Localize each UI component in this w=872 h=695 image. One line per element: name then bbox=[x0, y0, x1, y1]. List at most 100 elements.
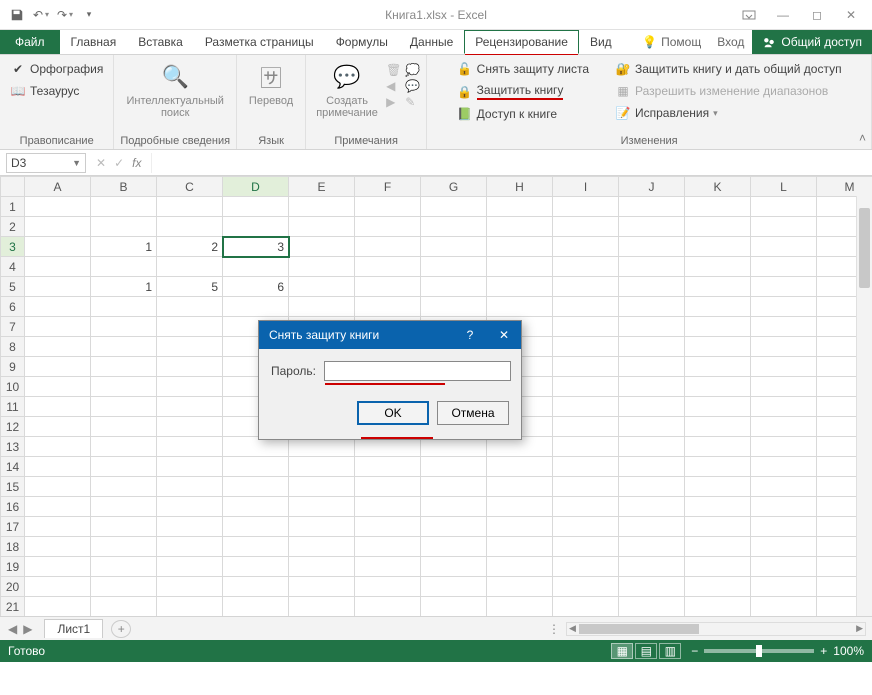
cell[interactable] bbox=[751, 357, 817, 377]
row-header[interactable]: 1 bbox=[1, 197, 25, 217]
cell[interactable] bbox=[91, 417, 157, 437]
cell[interactable] bbox=[685, 197, 751, 217]
cell[interactable] bbox=[91, 257, 157, 277]
cell[interactable] bbox=[289, 537, 355, 557]
cell[interactable] bbox=[751, 237, 817, 257]
share-button[interactable]: Общий доступ bbox=[752, 30, 872, 54]
row-header[interactable]: 9 bbox=[1, 357, 25, 377]
cell[interactable] bbox=[421, 577, 487, 597]
cell[interactable] bbox=[223, 517, 289, 537]
cell[interactable] bbox=[619, 457, 685, 477]
cell[interactable] bbox=[685, 597, 751, 617]
cell[interactable] bbox=[619, 397, 685, 417]
cell[interactable] bbox=[619, 337, 685, 357]
cell[interactable] bbox=[553, 337, 619, 357]
cell[interactable] bbox=[25, 217, 91, 237]
cell[interactable] bbox=[553, 297, 619, 317]
cell[interactable] bbox=[157, 197, 223, 217]
row-header[interactable]: 14 bbox=[1, 457, 25, 477]
cell[interactable] bbox=[223, 497, 289, 517]
cell[interactable] bbox=[157, 417, 223, 437]
dialog-titlebar[interactable]: Снять защиту книги ? ✕ bbox=[259, 321, 521, 349]
cell[interactable] bbox=[421, 217, 487, 237]
cell[interactable] bbox=[91, 317, 157, 337]
cell[interactable] bbox=[91, 477, 157, 497]
cell[interactable] bbox=[619, 537, 685, 557]
cell[interactable] bbox=[421, 237, 487, 257]
cell[interactable] bbox=[223, 217, 289, 237]
cell[interactable] bbox=[619, 277, 685, 297]
row-header[interactable]: 6 bbox=[1, 297, 25, 317]
undo-icon[interactable]: ↶ bbox=[32, 6, 50, 24]
cell[interactable] bbox=[157, 557, 223, 577]
namebox-dropdown-icon[interactable]: ▼ bbox=[72, 158, 81, 168]
cell[interactable] bbox=[685, 397, 751, 417]
unprotect-sheet-button[interactable]: 🔓 Снять защиту листа bbox=[453, 59, 593, 79]
column-header[interactable]: I bbox=[553, 177, 619, 197]
cell[interactable] bbox=[91, 217, 157, 237]
cell[interactable] bbox=[619, 477, 685, 497]
cell[interactable] bbox=[91, 437, 157, 457]
cell[interactable]: 3 bbox=[223, 237, 289, 257]
column-header[interactable]: G bbox=[421, 177, 487, 197]
row-header[interactable]: 5 bbox=[1, 277, 25, 297]
cell[interactable] bbox=[157, 257, 223, 277]
cell[interactable] bbox=[685, 377, 751, 397]
cell[interactable] bbox=[157, 217, 223, 237]
cell[interactable] bbox=[553, 457, 619, 477]
cell[interactable] bbox=[751, 497, 817, 517]
show-all-comments-icon[interactable]: 💬 bbox=[405, 79, 420, 93]
cell[interactable] bbox=[157, 537, 223, 557]
cell[interactable] bbox=[619, 377, 685, 397]
cell[interactable] bbox=[487, 237, 553, 257]
sheet-prev-icon[interactable]: ◀ bbox=[8, 622, 17, 636]
cell[interactable] bbox=[25, 597, 91, 617]
cell[interactable] bbox=[223, 257, 289, 277]
zoom-in-icon[interactable]: + bbox=[820, 644, 827, 658]
cell[interactable] bbox=[223, 597, 289, 617]
cell[interactable] bbox=[487, 197, 553, 217]
cell[interactable] bbox=[553, 417, 619, 437]
cell[interactable] bbox=[553, 217, 619, 237]
cell[interactable] bbox=[421, 457, 487, 477]
cell[interactable] bbox=[157, 397, 223, 417]
cell[interactable] bbox=[25, 237, 91, 257]
cell[interactable] bbox=[157, 477, 223, 497]
cell[interactable] bbox=[289, 197, 355, 217]
cell[interactable] bbox=[157, 357, 223, 377]
cell[interactable] bbox=[553, 577, 619, 597]
cell[interactable] bbox=[751, 537, 817, 557]
cell[interactable] bbox=[553, 377, 619, 397]
cell[interactable] bbox=[685, 497, 751, 517]
spelling-button[interactable]: ✔ Орфография bbox=[6, 59, 107, 79]
cell[interactable] bbox=[685, 317, 751, 337]
cell[interactable] bbox=[685, 217, 751, 237]
new-comment-button[interactable]: 💬 Создать примечание bbox=[312, 59, 382, 119]
allow-edit-ranges-button[interactable]: ▦ Разрешить изменение диапазонов bbox=[611, 81, 846, 101]
cell[interactable] bbox=[685, 237, 751, 257]
translate-button[interactable]: 🈂 Перевод bbox=[243, 59, 299, 107]
cell[interactable] bbox=[487, 457, 553, 477]
dialog-help-icon[interactable]: ? bbox=[453, 321, 487, 349]
view-page-layout-icon[interactable]: ▤ bbox=[635, 643, 657, 659]
cell[interactable] bbox=[751, 417, 817, 437]
cell[interactable] bbox=[25, 317, 91, 337]
cell[interactable] bbox=[25, 337, 91, 357]
cell[interactable] bbox=[421, 537, 487, 557]
cell[interactable] bbox=[751, 477, 817, 497]
cell[interactable] bbox=[751, 557, 817, 577]
cell[interactable] bbox=[751, 437, 817, 457]
row-header[interactable]: 16 bbox=[1, 497, 25, 517]
sheet-next-icon[interactable]: ▶ bbox=[23, 622, 32, 636]
cell[interactable] bbox=[751, 597, 817, 617]
row-header[interactable]: 13 bbox=[1, 437, 25, 457]
tab-data[interactable]: Данные bbox=[399, 30, 464, 54]
cell[interactable] bbox=[487, 497, 553, 517]
cell[interactable] bbox=[25, 457, 91, 477]
protect-workbook-button[interactable]: 🔒 Защитить книгу bbox=[453, 81, 593, 102]
cell[interactable] bbox=[553, 197, 619, 217]
cell[interactable] bbox=[685, 477, 751, 497]
cell[interactable] bbox=[751, 577, 817, 597]
cell[interactable] bbox=[685, 277, 751, 297]
cell[interactable] bbox=[289, 217, 355, 237]
